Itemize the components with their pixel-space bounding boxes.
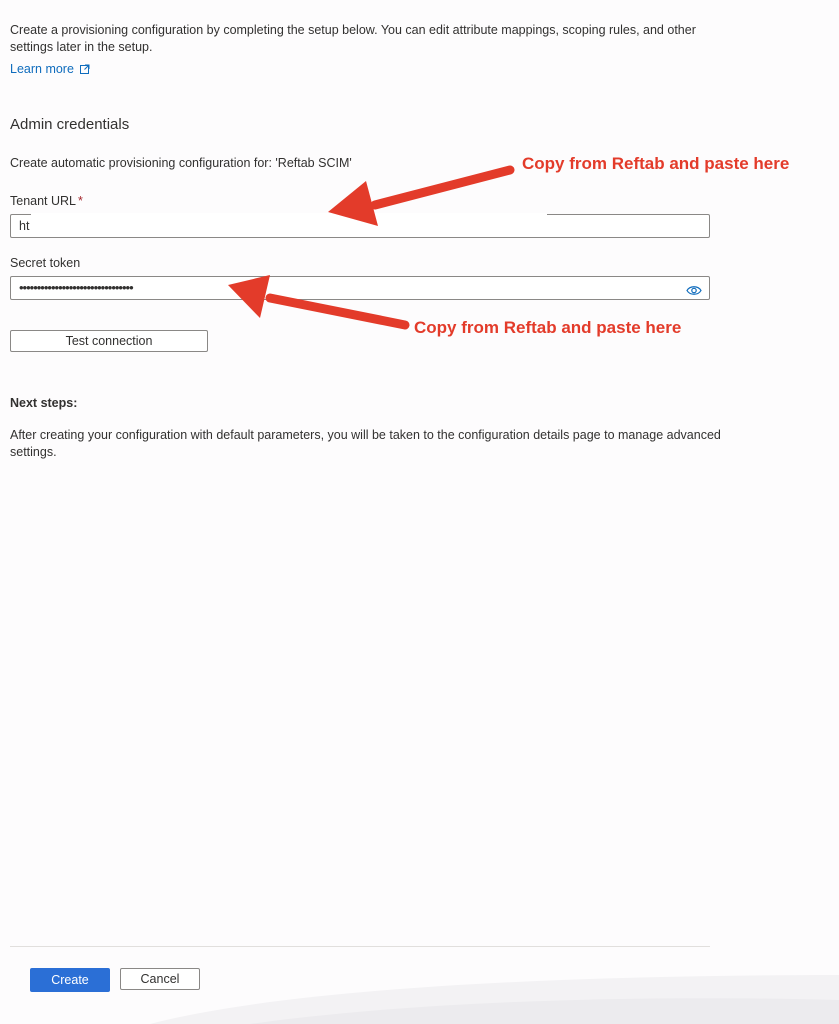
secret-token-input[interactable]: •••••••••••••••••••••••••••••••• <box>10 276 710 300</box>
learn-more-link[interactable]: Learn more <box>10 62 90 76</box>
external-link-icon <box>79 64 90 74</box>
next-steps-text: After creating your configuration with d… <box>10 428 721 459</box>
bottom-annotation-text: Copy from Reftab and paste here <box>414 318 682 337</box>
eye-icon[interactable] <box>686 283 702 301</box>
create-button[interactable]: Create <box>30 968 110 992</box>
footer-divider <box>10 946 710 947</box>
provisioning-setup-page: Create a provisioning configuration by c… <box>0 0 839 1024</box>
tenant-url-label-text: Tenant URL <box>10 194 77 208</box>
intro-description: Create a provisioning configuration by c… <box>10 23 696 54</box>
tenant-url-input[interactable]: ht <box>10 213 710 238</box>
redacted-url-overlay <box>31 213 547 237</box>
next-steps-heading: Next steps: <box>10 396 78 410</box>
cancel-button[interactable]: Cancel <box>120 968 200 990</box>
test-connection-button[interactable]: Test connection <box>10 330 208 352</box>
required-marker: * <box>78 194 83 208</box>
tenant-url-label: Tenant URL * <box>10 194 83 208</box>
secret-token-label: Secret token <box>10 256 81 270</box>
admin-credentials-title: Admin credentials <box>10 116 130 133</box>
learn-more-label: Learn more <box>10 62 74 76</box>
tenant-url-value: ht <box>19 219 30 233</box>
secret-token-value: •••••••••••••••••••••••••••••••• <box>19 280 134 295</box>
provisioning-target-text: Create automatic provisioning configurat… <box>10 156 352 170</box>
top-annotation-text: Copy from Reftab and paste here <box>522 154 790 173</box>
